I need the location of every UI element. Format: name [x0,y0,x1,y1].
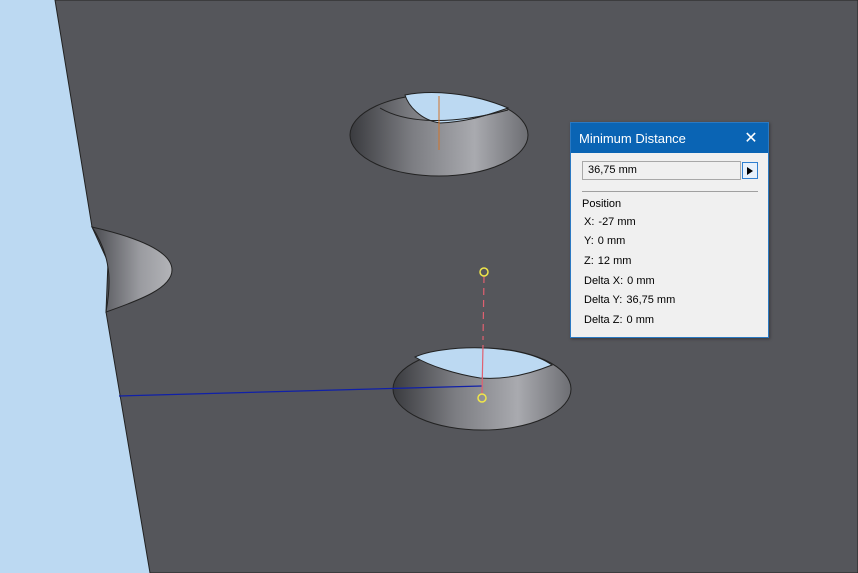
divider [582,191,758,192]
close-icon[interactable]: ✕ [742,129,760,147]
delta-x-row: Delta X: 0 mm [584,271,768,291]
position-y-label: Y: [584,235,594,248]
distance-value-row: 36,75 mm [582,161,758,180]
dialog-titlebar[interactable]: Minimum Distance ✕ [571,123,768,153]
distance-value-field[interactable]: 36,75 mm [582,161,741,180]
position-x-row: X: -27 mm [584,212,768,232]
dialog-title: Minimum Distance [579,130,686,146]
position-heading: Position [582,198,622,210]
delta-y-value: 36,75 mm [626,294,676,307]
position-x-label: X: [584,215,595,228]
position-z-row: Z: 12 mm [584,251,768,271]
delta-x-value: 0 mm [627,274,655,287]
delta-z-row: Delta Z: 0 mm [584,310,768,330]
delta-x-label: Delta X: [584,274,624,287]
delta-y-row: Delta Y: 36,75 mm [584,290,768,310]
minimum-distance-dialog[interactable]: Minimum Distance ✕ 36,75 mm Position X: … [570,122,769,338]
play-triangle-icon [747,166,753,175]
expand-button[interactable] [742,162,758,179]
position-z-value: 12 mm [597,254,632,267]
position-y-row: Y: 0 mm [584,232,768,252]
delta-z-value: 0 mm [626,313,655,326]
delta-z-label: Delta Z: [584,313,623,326]
delta-y-label: Delta Y: [584,294,623,307]
position-y-value: 0 mm [597,235,626,248]
position-z-label: Z: [584,254,594,267]
position-x-value: -27 mm [598,215,636,228]
